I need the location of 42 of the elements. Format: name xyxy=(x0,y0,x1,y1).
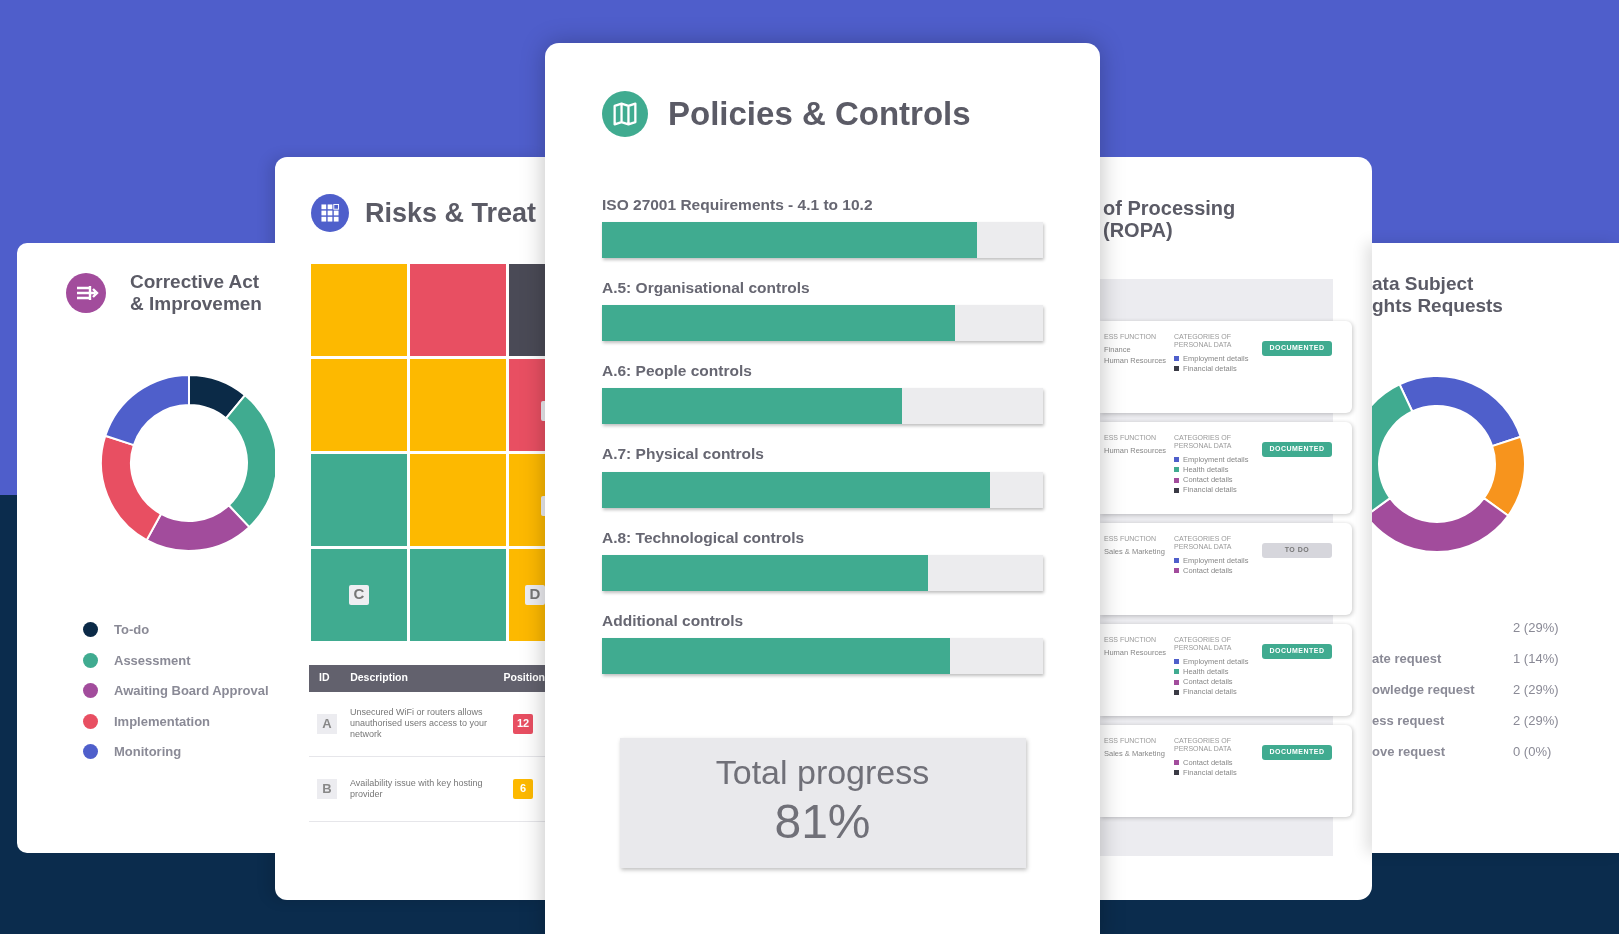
card-title: ata Subject xyxy=(1372,273,1475,296)
card-title: & Improvemen xyxy=(130,292,262,315)
legend-value: 0 (0%) xyxy=(1513,742,1552,761)
legend-value: 2 (29%) xyxy=(1513,711,1559,730)
risk-description: Availability issue with key hosting provider xyxy=(350,777,484,800)
risk-id: A xyxy=(317,713,337,734)
control-label: A.8: Technological controls xyxy=(602,527,806,548)
legend-label: ate request xyxy=(1372,651,1442,667)
card-title: Corrective Act xyxy=(130,271,261,293)
legend-label: Assessment xyxy=(114,651,191,670)
legend-value: 2 (29%) xyxy=(1513,618,1559,637)
legend-label: ess request xyxy=(1372,713,1445,729)
legend-label: Awaiting Board Approval xyxy=(114,682,269,701)
risk-description: Unsecured WiFi or routers allows unauthorised users access to your network xyxy=(350,707,489,740)
control-label: A.6: People controls xyxy=(602,361,753,381)
card-title: Risks & Treat xyxy=(365,197,537,230)
risk-score: 12 xyxy=(513,713,533,734)
legend-label: Implementation xyxy=(114,712,211,731)
legend-label: Monitoring xyxy=(114,743,182,762)
card-title: of Processing (ROPA) xyxy=(1102,197,1237,241)
control-label: A.7: Physical controls xyxy=(602,444,765,465)
control-label: Additional controls xyxy=(602,610,745,631)
legend-label: To-do xyxy=(114,621,150,640)
card-title: ghts Requests xyxy=(1372,295,1504,318)
column-header: Position xyxy=(503,670,545,686)
card-title: Policies & Controls xyxy=(668,94,971,134)
risk-id: B xyxy=(317,778,337,799)
control-label: ISO 27001 Requirements - 4.1 to 10.2 xyxy=(602,194,874,215)
grid-icon xyxy=(311,194,349,233)
column-header: Description xyxy=(350,670,409,686)
risk-score: 6 xyxy=(513,778,533,799)
total-progress-label: Total progress xyxy=(714,752,931,793)
legend-label: ove request xyxy=(1372,744,1445,760)
legend-label: owledge request xyxy=(1372,682,1475,698)
risk-marker: D xyxy=(525,584,545,605)
column-header: ID xyxy=(319,670,331,686)
total-progress-value: 81% xyxy=(773,793,872,850)
legend-value: 2 (29%) xyxy=(1513,680,1559,699)
map-icon xyxy=(602,90,648,137)
control-label: A.5: Organisational controls xyxy=(602,277,811,298)
legend-value: 1 (14%) xyxy=(1513,649,1559,668)
risk-marker: C xyxy=(349,584,369,605)
